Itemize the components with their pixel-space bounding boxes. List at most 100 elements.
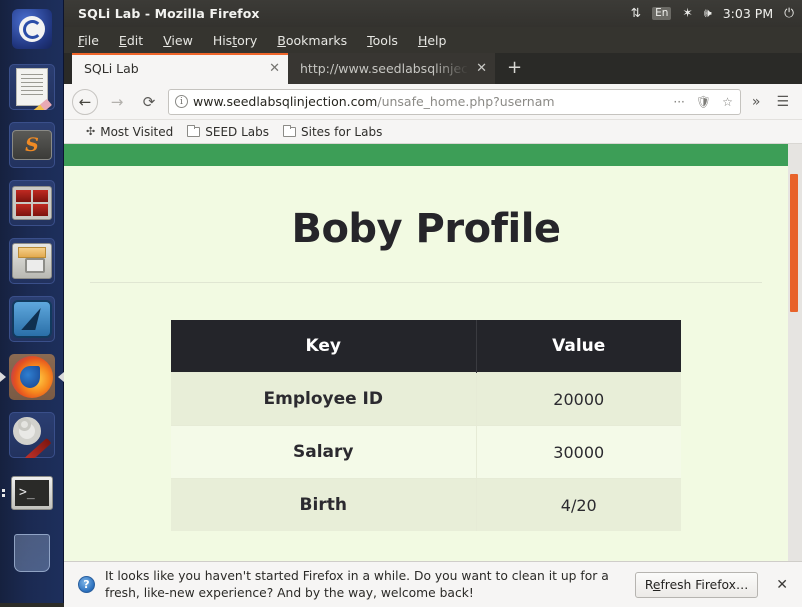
page-actions-icon[interactable]: ··· <box>670 95 687 109</box>
launcher-item-terminal[interactable]: >_ <box>0 464 64 522</box>
tab-bar: SQLi Lab ✕ http://www.seedlabsqlinjec ✕ … <box>64 53 802 84</box>
url-path: /unsafe_home.php?usernam <box>377 94 555 109</box>
gear-icon: ✣ <box>86 125 96 138</box>
volume-icon[interactable]: 🕪 <box>704 7 712 20</box>
launcher-item-wireshark[interactable] <box>0 290 64 348</box>
bookmark-star-icon[interactable]: ☆ <box>719 95 736 109</box>
page-title: Boby Profile <box>291 206 561 252</box>
tab-label: SQLi Lab <box>84 61 139 76</box>
launcher-selection-arrow-left <box>0 372 6 382</box>
launcher-item-file-manager[interactable] <box>0 232 64 290</box>
network-updown-icon[interactable]: ⇅ <box>631 7 641 20</box>
pocket-icon[interactable]: 🛡 <box>693 95 714 109</box>
terminal-icon: >_ <box>9 470 55 516</box>
table-header-row: Key Value <box>171 320 681 373</box>
firefox-window: SQLi Lab - Mozilla Firefox ⇅ En ✶ 🕪 3:03… <box>64 0 802 607</box>
forward-button[interactable]: → <box>104 89 130 115</box>
virtual-machine-icon <box>9 180 55 226</box>
cell-value: 4/20 <box>475 478 681 531</box>
table-row: Birth 4/20 <box>171 478 681 531</box>
menu-item-file[interactable]: File <box>78 33 99 48</box>
terminal-prompt-glyph: >_ <box>15 480 49 506</box>
overflow-chevron-icon[interactable]: » <box>747 94 766 110</box>
menu-bar: File Edit View History Bookmarks Tools H… <box>64 27 802 53</box>
unity-launcher: S >_ <box>0 0 64 603</box>
bookmark-label: Sites for Labs <box>301 124 383 139</box>
sublime-s-glyph: S <box>12 130 52 160</box>
back-button[interactable]: ← <box>72 88 98 115</box>
file-manager-icon <box>9 238 55 284</box>
menu-item-help[interactable]: Help <box>418 33 447 48</box>
cell-key: Salary <box>171 425 476 479</box>
bookmark-seed-labs[interactable]: SEED Labs <box>187 124 270 139</box>
terminal-running-pips <box>2 489 5 497</box>
new-tab-button[interactable]: + <box>495 58 532 79</box>
launcher-item-firefox[interactable] <box>0 348 64 406</box>
url-text: www.seedlabsqlinjection.com/unsafe_home.… <box>193 94 665 109</box>
bookmark-label: Most Visited <box>100 124 174 139</box>
launcher-item-ubuntu-dash[interactable] <box>0 0 64 58</box>
url-bar[interactable]: i www.seedlabsqlinjection.com/unsafe_hom… <box>168 88 741 115</box>
launcher-item-trash[interactable] <box>0 524 64 582</box>
bluetooth-icon[interactable]: ✶ <box>682 7 692 20</box>
table-row: Salary 30000 <box>171 425 681 479</box>
help-circle-icon: ? <box>78 576 95 593</box>
url-domain: www.seedlabsqlinjection.com <box>193 94 378 109</box>
column-header-value: Value <box>475 320 681 373</box>
site-info-icon[interactable]: i <box>175 95 188 108</box>
launcher-item-text-editor[interactable] <box>0 58 64 116</box>
menu-item-tools[interactable]: Tools <box>367 33 398 48</box>
web-page: Boby Profile Key Value Employee ID 20000 <box>64 144 788 561</box>
notification-bar: ? It looks like you haven't started Fire… <box>64 561 802 607</box>
sublime-text-icon: S <box>9 122 55 168</box>
profile-table: Key Value Employee ID 20000 Salary 30000 <box>171 320 681 531</box>
ubuntu-logo-icon <box>9 6 55 52</box>
window-title: SQLi Lab - Mozilla Firefox <box>78 6 260 21</box>
notification-message: It looks like you haven't started Firefo… <box>105 568 609 600</box>
menu-item-history[interactable]: History <box>213 33 257 48</box>
site-navbar <box>64 144 788 166</box>
menu-item-view[interactable]: View <box>163 33 193 48</box>
table-head: Key Value <box>171 320 681 373</box>
scrollbar-thumb[interactable] <box>790 174 798 312</box>
bookmark-sites-for-labs[interactable]: Sites for Labs <box>283 124 383 139</box>
refresh-firefox-button[interactable]: Refresh Firefox… <box>634 571 759 598</box>
tab-seedlabsqlinjection[interactable]: http://www.seedlabsqlinjec ✕ <box>288 53 495 84</box>
vertical-scrollbar[interactable] <box>788 144 802 561</box>
tab-close-icon[interactable]: ✕ <box>476 61 487 76</box>
launcher-item-sublime-text[interactable]: S <box>0 116 64 174</box>
bookmark-most-visited[interactable]: ✣ Most Visited <box>86 125 173 139</box>
launcher-selection-arrow-right <box>58 372 64 382</box>
launcher-item-virtual-machine[interactable] <box>0 174 64 232</box>
notification-close-icon[interactable]: ✕ <box>768 577 792 593</box>
power-gear-icon[interactable]: ⏻ <box>784 7 794 20</box>
folder-icon <box>283 124 297 137</box>
title-divider <box>90 282 762 283</box>
cell-key: Birth <box>171 478 476 531</box>
reload-button[interactable]: ⟳ <box>136 89 162 115</box>
text-editor-icon <box>9 64 55 110</box>
window-titlebar: SQLi Lab - Mozilla Firefox ⇅ En ✶ 🕪 3:03… <box>64 0 802 27</box>
launcher-item-settings[interactable] <box>0 406 64 464</box>
wireshark-icon <box>9 296 55 342</box>
hamburger-menu-icon[interactable]: ☰ <box>771 94 794 110</box>
system-tray: ⇅ En ✶ 🕪 3:03 PM ⏻ <box>631 6 794 21</box>
tab-label: http://www.seedlabsqlinjec <box>300 61 469 76</box>
menu-item-edit[interactable]: Edit <box>119 33 143 48</box>
cell-key: Employee ID <box>171 372 476 426</box>
cell-value: 20000 <box>475 372 681 426</box>
column-header-key: Key <box>171 320 476 373</box>
menu-item-bookmarks[interactable]: Bookmarks <box>277 33 347 48</box>
table-row: Employee ID 20000 <box>171 372 681 426</box>
bookmarks-toolbar: ✣ Most Visited SEED Labs Sites for Labs <box>64 120 802 144</box>
tab-sqli-lab[interactable]: SQLi Lab ✕ <box>72 53 288 84</box>
firefox-icon <box>9 354 55 400</box>
clock[interactable]: 3:03 PM <box>723 6 773 21</box>
cell-value: 30000 <box>475 425 681 479</box>
navigation-toolbar: ← → ⟳ i www.seedlabsqlinjection.com/unsa… <box>64 84 802 120</box>
settings-gear-wrench-icon <box>9 412 55 458</box>
folder-icon <box>187 124 201 137</box>
bookmark-label: SEED Labs <box>205 124 270 139</box>
keyboard-layout-indicator[interactable]: En <box>652 6 672 21</box>
tab-close-icon[interactable]: ✕ <box>269 61 280 76</box>
